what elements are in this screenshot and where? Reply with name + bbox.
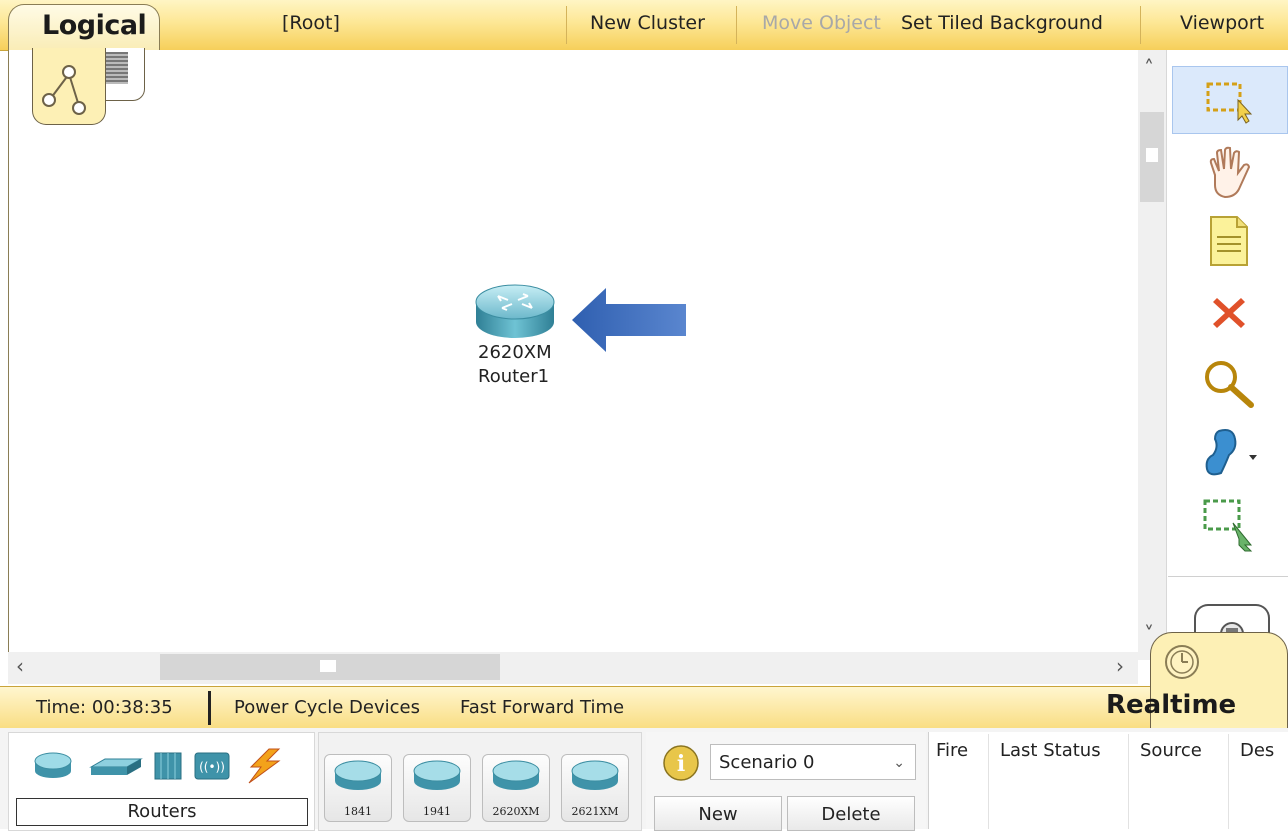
vertical-scroll-thumb[interactable] bbox=[1140, 112, 1164, 202]
scenario-select[interactable]: Scenario 0 ⌄ bbox=[710, 744, 916, 780]
model-1841-button[interactable]: 1841 bbox=[324, 754, 392, 822]
delete-scenario-button[interactable]: Delete bbox=[787, 796, 915, 831]
resize-shape-tool-button[interactable] bbox=[1172, 494, 1286, 556]
model-2620xm-button[interactable]: 2620XM bbox=[482, 754, 550, 822]
model-label: 1841 bbox=[344, 805, 372, 818]
model-1941-button[interactable]: 1941 bbox=[403, 754, 471, 822]
event-list bbox=[928, 732, 1288, 829]
chevron-down-icon: ⌄ bbox=[893, 755, 905, 771]
clock-icon bbox=[1165, 645, 1199, 679]
top-toolbar: [Root] New Cluster Move Object Set Tiled… bbox=[0, 0, 1288, 51]
inspect-tool-button[interactable] bbox=[1172, 352, 1286, 414]
toolbar-separator bbox=[1168, 576, 1288, 577]
note-icon bbox=[1210, 216, 1248, 266]
draw-shape-icon bbox=[1205, 429, 1257, 476]
separator bbox=[736, 6, 737, 44]
realtime-tab-label: Realtime bbox=[1106, 690, 1237, 720]
place-note-tool-button[interactable] bbox=[1172, 210, 1286, 272]
event-column-destination[interactable]: Des bbox=[1240, 740, 1274, 761]
new-scenario-button[interactable]: New bbox=[654, 796, 782, 831]
new-cluster-button[interactable]: New Cluster bbox=[590, 12, 705, 34]
status-bar: Time: 00:38:35 Power Cycle Devices Fast … bbox=[0, 686, 1288, 730]
hand-icon bbox=[1209, 146, 1251, 199]
viewport-button[interactable]: Viewport bbox=[1180, 12, 1264, 34]
separator bbox=[1140, 6, 1141, 44]
svg-text:i: i bbox=[677, 751, 685, 777]
move-layout-tool-button[interactable] bbox=[1172, 142, 1286, 204]
router-icon bbox=[334, 760, 382, 790]
fast-forward-time-button[interactable]: Fast Forward Time bbox=[460, 697, 624, 718]
breadcrumb-root[interactable]: [Root] bbox=[282, 12, 340, 34]
info-icon[interactable]: i bbox=[662, 744, 700, 787]
router-icon bbox=[492, 760, 540, 790]
logical-tab-label: Logical bbox=[42, 10, 147, 41]
wireless-category-icon: ((•)) bbox=[194, 752, 230, 780]
router-icon bbox=[475, 284, 555, 338]
select-icon bbox=[1206, 82, 1253, 124]
draw-shape-tool-button[interactable] bbox=[1172, 422, 1286, 484]
router-icon bbox=[571, 760, 619, 790]
move-object-button[interactable]: Move Object bbox=[762, 12, 881, 34]
router-model-label: 2620XM bbox=[478, 342, 552, 363]
device-category-label: Routers bbox=[16, 798, 308, 826]
hubs-category-icon bbox=[154, 752, 182, 780]
connections-category-icon bbox=[248, 748, 281, 784]
resize-icon bbox=[1203, 499, 1253, 552]
event-column-fire[interactable]: Fire bbox=[936, 740, 968, 761]
simulation-time: Time: 00:38:35 bbox=[36, 697, 173, 718]
router-icon bbox=[413, 760, 461, 790]
column-separator bbox=[1228, 734, 1229, 829]
event-column-last-status[interactable]: Last Status bbox=[1000, 740, 1101, 761]
model-label: 2620XM bbox=[492, 805, 540, 818]
select-tool-button[interactable] bbox=[1172, 66, 1288, 134]
scroll-up-icon[interactable]: ˄ bbox=[1144, 56, 1154, 80]
routers-category-icon bbox=[34, 752, 72, 778]
switches-category-icon bbox=[89, 758, 143, 775]
scroll-right-icon[interactable]: › bbox=[1116, 654, 1124, 678]
model-label: 2621XM bbox=[571, 805, 619, 818]
power-cycle-devices-button[interactable]: Power Cycle Devices bbox=[234, 697, 420, 718]
router-device[interactable] bbox=[474, 282, 556, 345]
model-label: 1941 bbox=[423, 805, 451, 818]
column-separator bbox=[988, 734, 989, 829]
delete-icon bbox=[1213, 298, 1245, 328]
router-name-label: Router1 bbox=[478, 366, 550, 387]
event-column-source[interactable]: Source bbox=[1140, 740, 1202, 761]
svg-text:((•)): ((•)) bbox=[199, 760, 225, 774]
set-tiled-background-button[interactable]: Set Tiled Background bbox=[901, 12, 1103, 34]
separator bbox=[566, 6, 567, 44]
status-separator bbox=[208, 691, 211, 725]
inspect-icon bbox=[1205, 361, 1254, 408]
delete-tool-button[interactable] bbox=[1172, 282, 1286, 344]
scenario-selected-value: Scenario 0 bbox=[719, 752, 815, 773]
horizontal-scroll-thumb[interactable] bbox=[160, 654, 500, 680]
model-2621xm-button[interactable]: 2621XM bbox=[561, 754, 629, 822]
logical-view-icon[interactable] bbox=[32, 48, 106, 125]
blue-arrow-pointer bbox=[570, 286, 690, 359]
column-separator bbox=[1128, 734, 1129, 829]
scroll-left-icon[interactable]: ‹ bbox=[16, 654, 24, 678]
